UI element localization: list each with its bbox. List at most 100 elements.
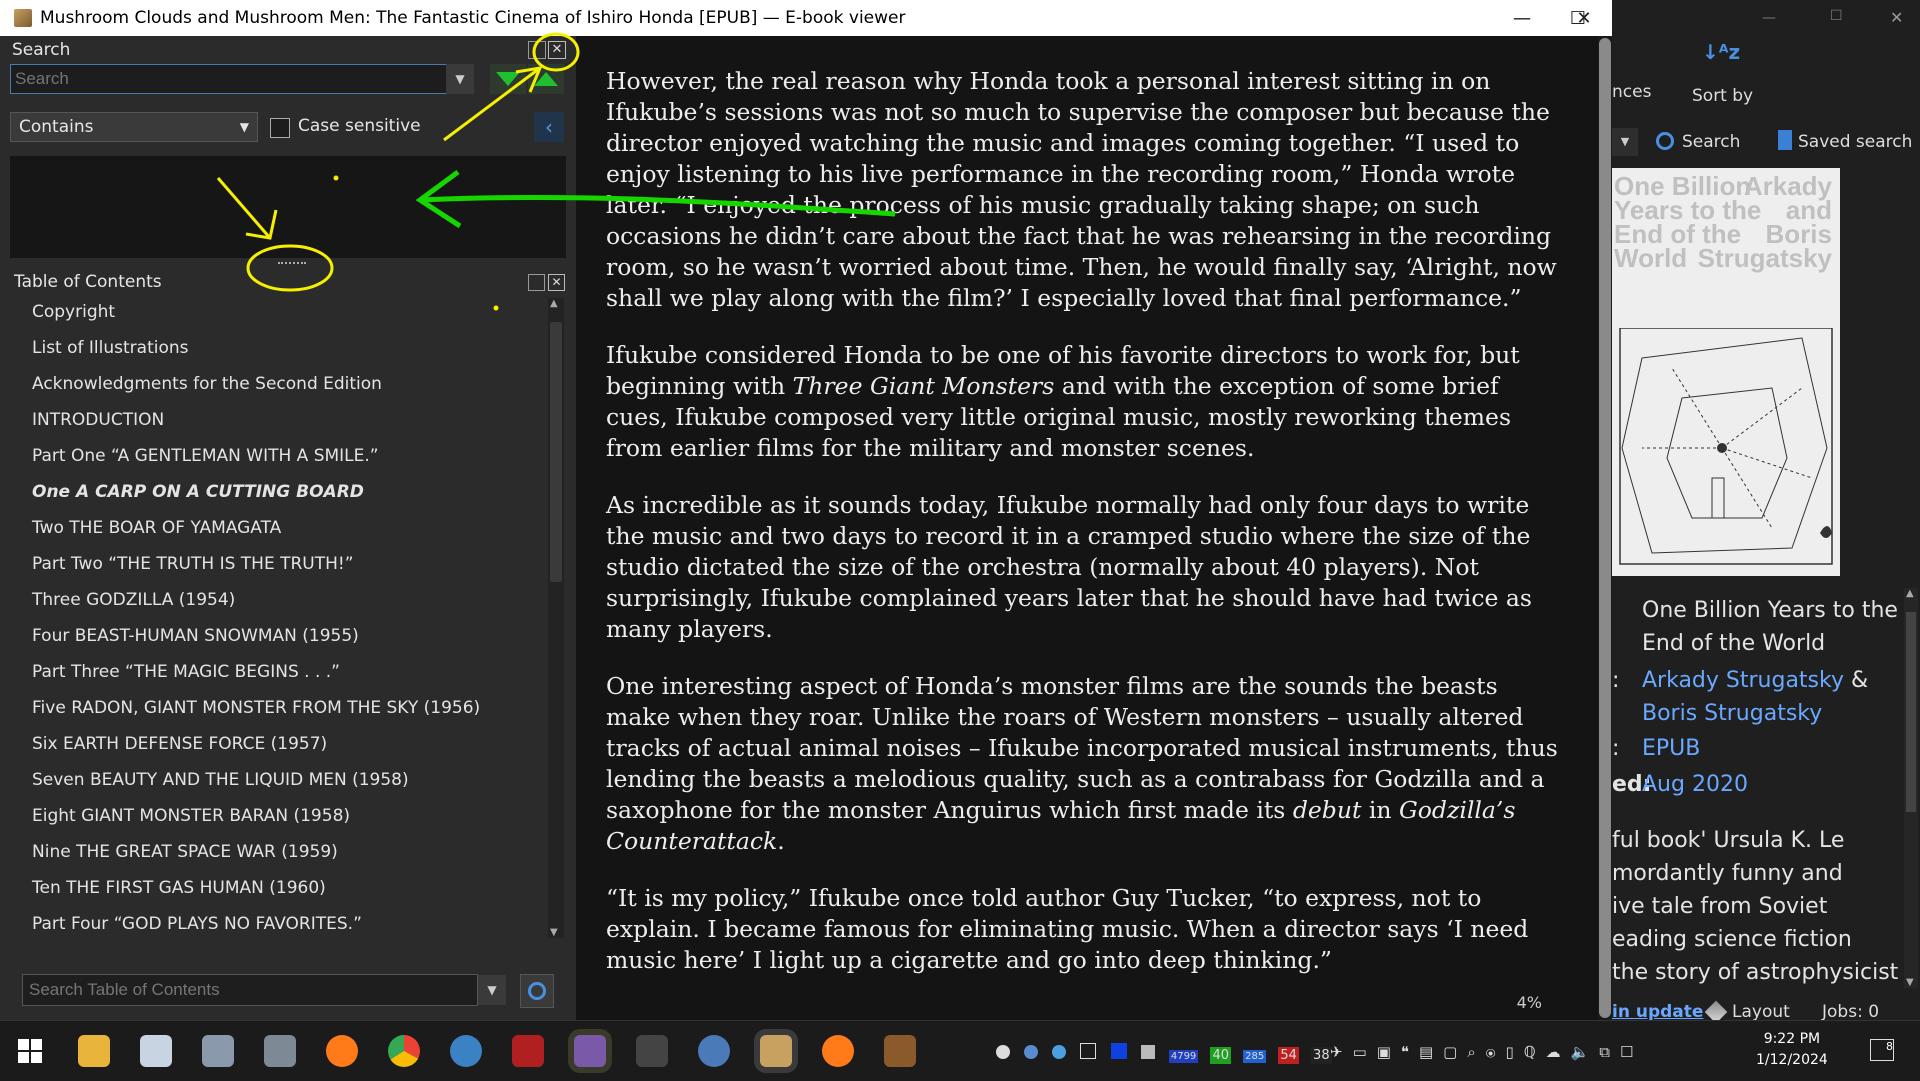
author-link[interactable]: Boris Strugatsky xyxy=(1642,701,1822,726)
format-link[interactable]: EPUB xyxy=(1642,732,1700,765)
author-link[interactable]: Arkady Strugatsky xyxy=(1642,668,1844,693)
tray-badge[interactable]: 54 xyxy=(1278,1047,1299,1064)
ebook-viewer-taskbar-icon[interactable] xyxy=(760,1035,792,1067)
bg-close[interactable]: ✕ xyxy=(1890,8,1903,27)
qbittorrent-icon[interactable] xyxy=(450,1035,482,1067)
toc-item[interactable]: Part Two “THE TRUTH IS THE TRUTH!” xyxy=(0,546,540,582)
system-tray-icons[interactable]: ✈▭▣❝▤▢⌕⦿▯ℚ☁🔈⧉☐ xyxy=(1330,1043,1643,1061)
search-icon xyxy=(1656,132,1674,150)
collapse-search-button[interactable]: ‹ xyxy=(534,112,564,142)
tray-badge[interactable]: 4799 xyxy=(1168,1050,1199,1063)
toc-item[interactable]: Three GODZILLA (1954) xyxy=(0,582,540,618)
toc-item[interactable]: Six EARTH DEFENSE FORCE (1957) xyxy=(0,726,540,762)
windows-icon xyxy=(18,1039,42,1063)
authors-label-partial: : xyxy=(1612,668,1620,693)
paragraph: However, the real reason why Honda took … xyxy=(606,67,1557,312)
next-match-button[interactable] xyxy=(490,64,526,94)
book-text: However, the real reason why Honda took … xyxy=(606,66,1566,1002)
clock[interactable]: 9:22 PM 1/12/2024 xyxy=(1756,1029,1828,1071)
toc-search-button[interactable] xyxy=(520,974,554,1008)
toc-list: Copyright List of Illustrations Acknowledg… xyxy=(0,294,540,942)
toc-item[interactable]: Part Four “GOD PLAYS NO FAVORITES.” xyxy=(0,906,540,942)
tray-badge[interactable]: 38 xyxy=(1311,1047,1332,1064)
toc-search-history-dropdown[interactable]: ▼ xyxy=(478,975,506,1005)
toc-item[interactable]: INTRODUCTION xyxy=(0,402,540,438)
close-toc-icon[interactable]: ✕ xyxy=(548,274,565,291)
search-panel-title: Search xyxy=(12,40,71,60)
sort-icon: ↓ᴬz xyxy=(1702,40,1741,64)
app-icon[interactable] xyxy=(202,1035,234,1067)
toc-scrollbar[interactable]: ▲ ▼ xyxy=(548,298,564,938)
search-history-dropdown[interactable]: ▼ xyxy=(446,64,474,94)
formats-label-partial: : xyxy=(1612,736,1620,761)
toc-item[interactable]: Ten THE FIRST GAS HUMAN (1960) xyxy=(0,870,540,906)
toc-item[interactable]: Copyright xyxy=(0,294,540,330)
clock-time: 9:22 PM xyxy=(1763,1031,1821,1047)
scroll-down-icon[interactable]: ▼ xyxy=(550,927,558,938)
media-player-icon[interactable] xyxy=(636,1035,668,1067)
float-toc-icon[interactable] xyxy=(528,274,545,291)
calibre-icon[interactable] xyxy=(884,1035,916,1067)
scroll-up-icon[interactable]: ▲ xyxy=(550,298,558,309)
preferences-label-partial[interactable]: nces xyxy=(1612,82,1651,102)
toc-item[interactable]: One A CARP ON A CUTTING BOARD xyxy=(0,474,540,510)
details-scrollbar[interactable]: ▲ ▼ xyxy=(1904,588,1918,988)
app-icon[interactable] xyxy=(264,1035,296,1067)
bg-minimize[interactable]: — xyxy=(1762,10,1776,26)
search-mode-select[interactable]: Contains ▼ xyxy=(10,112,258,142)
saved-search-button[interactable]: Saved search xyxy=(1798,132,1912,152)
start-button[interactable] xyxy=(14,1035,46,1067)
tray-badge[interactable]: 285 xyxy=(1243,1050,1267,1063)
toc-title: Table of Contents xyxy=(14,272,162,292)
search-dropdown[interactable]: ▼ xyxy=(1612,128,1638,156)
windows-taskbar: 4799 40 285 54 38 ✈▭▣❝▤▢⌕⦿▯ℚ☁🔈⧉☐ 9:22 PM… xyxy=(0,1020,1920,1081)
paragraph: As incredible as it sounds today, Ifukub… xyxy=(606,491,1532,643)
published-link[interactable]: Aug 2020 xyxy=(1642,768,1748,801)
toc-item[interactable]: List of Illustrations xyxy=(0,330,540,366)
search-button[interactable]: Search xyxy=(1682,132,1740,152)
book-description: ful book' Ursula K. Le mordantly funny a… xyxy=(1612,828,1899,985)
tray-badge[interactable]: 40 xyxy=(1210,1047,1231,1064)
close-panel-icon[interactable]: ✕ xyxy=(548,41,566,59)
toc-scroll-thumb[interactable] xyxy=(550,322,562,582)
firefox-icon[interactable] xyxy=(822,1035,854,1067)
firefox-icon[interactable] xyxy=(326,1035,358,1067)
case-sensitive-checkbox[interactable] xyxy=(270,118,290,138)
clock-date: 1/12/2024 xyxy=(1756,1052,1828,1068)
and-sign: & xyxy=(1851,668,1869,693)
book-reading-area[interactable]: However, the real reason why Honda took … xyxy=(576,36,1602,1020)
splitter-handle[interactable] xyxy=(278,262,306,268)
toc-item[interactable]: Part Three “THE MAGIC BEGINS . . .” xyxy=(0,654,540,690)
chrome-icon[interactable] xyxy=(388,1035,420,1067)
calibre-background-window: — ☐ ✕ nces ↓ᴬz Sort by ▼ Search Saved se… xyxy=(1612,0,1920,1024)
app-icon[interactable] xyxy=(698,1035,730,1067)
toc-item[interactable]: Part One “A GENTLEMAN WITH A SMILE.” xyxy=(0,438,540,474)
left-side-panel: Search ✕ ▼ Contains ▼ Case sensitive ‹ Ta… xyxy=(0,36,576,1020)
toc-item[interactable]: Four BEAST-HUMAN SNOWMAN (1955) xyxy=(0,618,540,654)
toc-item[interactable]: Nine THE GREAT SPACE WAR (1959) xyxy=(0,834,540,870)
bg-maximize[interactable]: ☐ xyxy=(1830,8,1843,24)
reader-scroll-thumb[interactable] xyxy=(1599,38,1611,1018)
float-panel-icon[interactable] xyxy=(528,41,546,59)
file-explorer-icon[interactable] xyxy=(78,1035,110,1067)
layout-button[interactable]: Layout xyxy=(1732,1002,1790,1022)
previous-match-button[interactable] xyxy=(528,64,564,94)
toc-item[interactable]: Eight GIANT MONSTER BARAN (1958) xyxy=(0,798,540,834)
toc-item[interactable]: Seven BEAUTY AND THE LIQUID MEN (1958) xyxy=(0,762,540,798)
window-titlebar: Mushroom Clouds and Mushroom Men: The Fa… xyxy=(0,0,1612,37)
search-results-box xyxy=(10,156,566,258)
update-link[interactable]: in update xyxy=(1612,1002,1703,1022)
jobs-status[interactable]: Jobs: 0 xyxy=(1822,1002,1879,1022)
app-icon[interactable] xyxy=(512,1035,544,1067)
search-input[interactable] xyxy=(10,64,448,94)
close-window-button[interactable]: ✕ xyxy=(1556,0,1612,36)
toc-item[interactable]: Two THE BOAR OF YAMAGATA xyxy=(0,510,540,546)
app-icon[interactable] xyxy=(574,1035,606,1067)
notification-center-icon[interactable]: 8 xyxy=(1870,1039,1894,1061)
documents-icon[interactable] xyxy=(140,1035,172,1067)
toc-item[interactable]: Acknowledgments for the Second Edition xyxy=(0,366,540,402)
search-icon xyxy=(528,982,546,1000)
sort-by-button[interactable]: Sort by xyxy=(1692,86,1753,106)
toc-item[interactable]: Five RADON, GIANT MONSTER FROM THE SKY (… xyxy=(0,690,540,726)
toc-search-input[interactable] xyxy=(22,974,478,1006)
